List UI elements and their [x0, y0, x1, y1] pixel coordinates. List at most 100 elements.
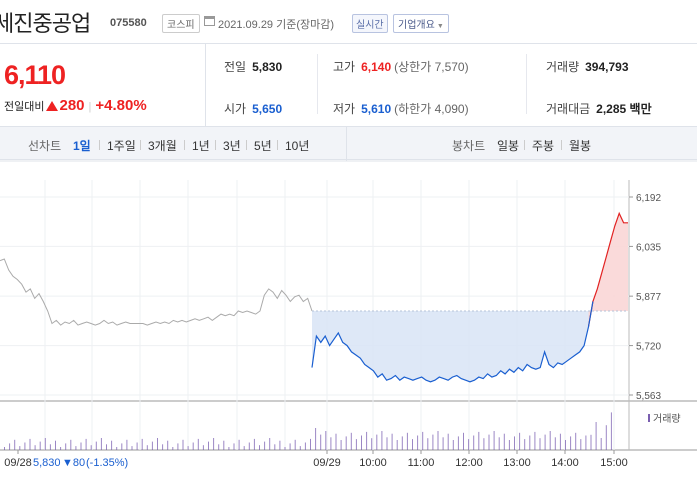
volume-bar — [554, 437, 556, 450]
volume-bar — [218, 444, 220, 450]
volume-bar — [529, 435, 531, 450]
volume-legend-swatch — [648, 414, 650, 422]
volume-bar — [289, 443, 291, 450]
volume-bar — [146, 445, 148, 450]
volume-bar — [376, 434, 378, 450]
volume-bar — [463, 432, 464, 450]
volume-bar — [177, 443, 179, 450]
stat-label: 거래량 — [546, 60, 580, 74]
stat-value: 2,285 백만 — [596, 102, 652, 116]
divider — [317, 54, 318, 114]
stat-value: 394,793 — [585, 60, 629, 74]
volume-bar — [116, 447, 118, 450]
volume-bar — [279, 440, 281, 450]
divider — [140, 140, 141, 150]
volume-bar — [595, 422, 597, 450]
volume-bar — [187, 446, 189, 450]
volume-bar — [141, 438, 143, 450]
tab-daily-candle[interactable]: 일봉 — [497, 137, 519, 154]
lower-limit: (하한가 4,090) — [394, 102, 469, 116]
volume-bar — [60, 447, 62, 450]
volume-bar — [559, 433, 561, 450]
y-tick-label: 5,563 — [636, 391, 661, 402]
tab-5years[interactable]: 5년 — [254, 137, 272, 154]
volume-bar — [95, 441, 97, 450]
company-name: 세진중공업 — [0, 11, 91, 36]
tab-1week[interactable]: 1주일 — [107, 137, 136, 154]
volume-bar — [524, 439, 526, 450]
volume-bar — [539, 438, 541, 450]
volume-bar — [381, 431, 383, 450]
volume-bar — [503, 433, 505, 450]
volume-bar — [483, 438, 485, 450]
volume-bar — [65, 443, 67, 450]
volume-bar — [49, 444, 51, 450]
volume-legend-label: 거래량 — [653, 413, 681, 425]
volume-bar — [437, 431, 439, 450]
volume-bar — [565, 440, 566, 450]
corp-info-label: 기업개요 — [398, 20, 435, 31]
prev-day-line — [0, 258, 313, 326]
volume-bar — [570, 436, 572, 450]
tab-1year[interactable]: 1년 — [192, 137, 210, 154]
volume-bar — [167, 440, 169, 450]
x-tick-label: 12:00 — [455, 457, 483, 469]
volume-bar — [19, 446, 21, 450]
stat-high: 고가 6,140 (상한가 7,570) — [333, 58, 469, 75]
volume-bar — [75, 446, 77, 450]
stat-value: 6,140 — [361, 60, 392, 74]
volume-bar — [600, 438, 602, 450]
tab-weekly-candle[interactable]: 주봉 — [532, 137, 554, 154]
x-tick-label: 14:00 — [551, 457, 579, 469]
volume-bar — [488, 434, 490, 450]
summary-change: ▼80 — [62, 457, 85, 469]
volume-bar — [417, 435, 419, 450]
volume-bar — [330, 437, 332, 450]
corp-info-dropdown[interactable]: 기업개요 ▼ — [393, 14, 449, 33]
volume-bar — [111, 440, 113, 450]
volume-bar — [345, 436, 347, 450]
tab-3years[interactable]: 3년 — [223, 137, 241, 154]
divider — [246, 140, 247, 150]
price-chart[interactable]: 6,192 6,035 5,877 5,720 5,563 거래량 09/28 09/29… — [0, 160, 697, 490]
volume-bar — [315, 428, 317, 450]
tab-10years[interactable]: 10년 — [285, 137, 309, 154]
volume-bar — [131, 446, 133, 450]
volume-bar — [396, 440, 398, 450]
chart-annotations: 5,830 ▼80 (-1.35%) — [33, 457, 128, 469]
volume-bar — [162, 444, 164, 450]
stat-low: 저가 5,610 (하한가 4,090) — [333, 100, 469, 117]
volume-bar — [422, 431, 424, 450]
calendar-icon — [204, 16, 215, 26]
price-chart-svg[interactable]: 6,192 6,035 5,877 5,720 5,563 거래량 09/28 09/29… — [0, 160, 697, 490]
volume-bar — [208, 441, 209, 450]
volume-bar — [361, 435, 362, 450]
volume-bar — [90, 445, 92, 450]
divider — [99, 140, 100, 150]
volume-bar — [253, 438, 255, 450]
tab-3months[interactable]: 3개월 — [148, 137, 177, 154]
tab-1day[interactable]: 1일 — [73, 137, 91, 154]
volume-bar — [243, 446, 245, 450]
volume-bar — [197, 438, 199, 450]
realtime-button[interactable]: 실시간 — [352, 14, 388, 33]
stat-volume: 거래량 394,793 — [546, 58, 629, 75]
price-stats: 전일 5,830 고가 6,140 (상한가 7,570) 거래량 394,793 시가… — [205, 44, 697, 126]
volume-bar — [575, 432, 577, 450]
volume-bars: 거래량 — [4, 412, 681, 450]
market-badge: 코스피 — [162, 14, 200, 33]
down-area-fill — [312, 301, 593, 382]
as-of-date: 2021.09.29 기준(장마감) — [218, 19, 335, 31]
y-tick-label: 6,192 — [636, 193, 661, 204]
volume-bar — [14, 439, 16, 450]
volume-bar — [580, 439, 582, 450]
tab-monthly-candle[interactable]: 월봉 — [569, 137, 591, 154]
up-area-fill — [588, 213, 628, 327]
volume-bar — [590, 434, 592, 450]
volume-bar — [457, 436, 459, 450]
divider — [524, 140, 525, 150]
volume-bar — [192, 442, 194, 450]
divider — [561, 140, 562, 150]
volume-bar — [498, 437, 500, 450]
volume-bar — [605, 425, 607, 450]
